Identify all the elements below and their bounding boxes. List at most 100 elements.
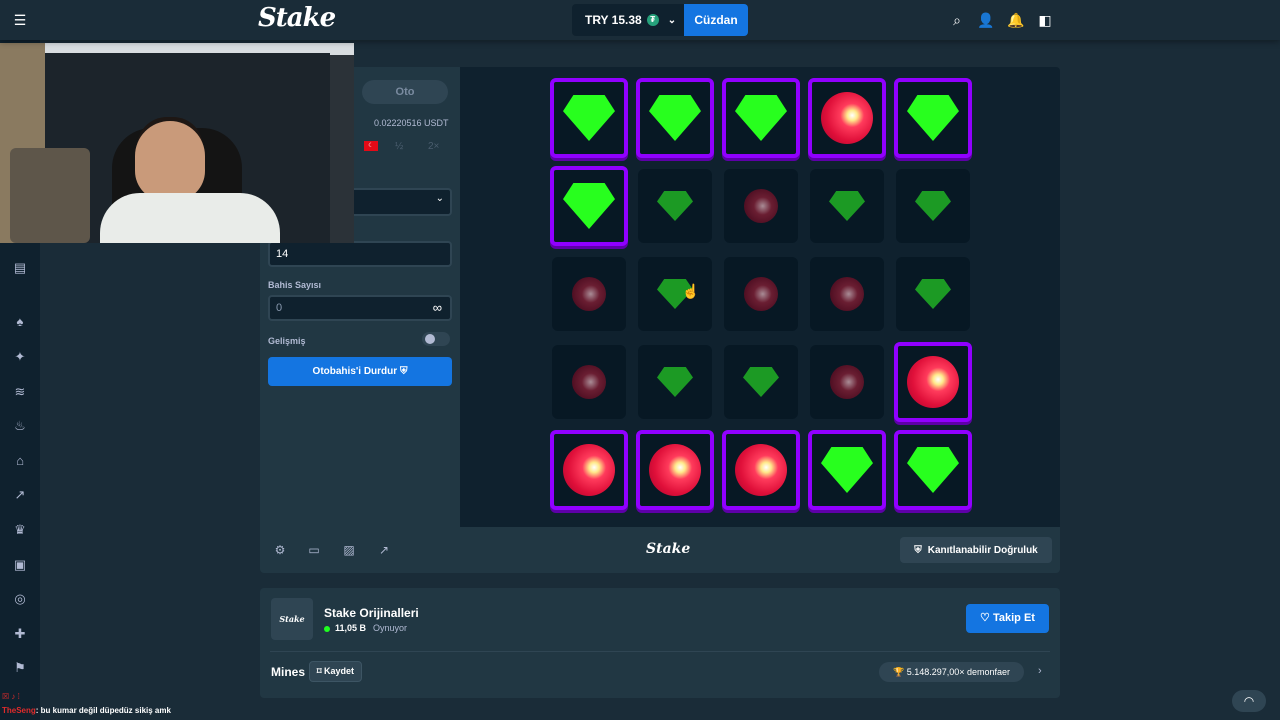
armchair — [10, 148, 90, 243]
mine-tile[interactable] — [550, 430, 628, 510]
mine-tile[interactable] — [550, 166, 628, 246]
mine-tile[interactable] — [808, 430, 886, 510]
usdt-amount: 0.02220516 USDT — [374, 118, 449, 128]
casino-icon[interactable]: ♠ — [10, 312, 30, 332]
support-headset-icon[interactable]: ◠ — [1232, 690, 1266, 712]
trend-icon[interactable]: ↗ — [377, 543, 391, 557]
gem-icon — [829, 191, 865, 221]
crown-icon[interactable]: ♛ — [10, 520, 30, 540]
follow-label: Takip Et — [992, 612, 1035, 624]
panel-icon[interactable]: ◧ — [1036, 11, 1054, 29]
mine-tile[interactable] — [896, 257, 970, 331]
mine-tile[interactable] — [638, 257, 712, 331]
stop-autobet-button[interactable]: Otobahis'i Durdur ⛨ — [268, 357, 452, 386]
mines-input[interactable]: 14 — [268, 241, 452, 267]
bet-count-value: 0 — [276, 302, 283, 314]
mine-tile[interactable] — [810, 169, 884, 243]
mine-tile[interactable] — [636, 78, 714, 158]
fire-icon[interactable]: ♨ — [10, 416, 30, 436]
bet-count-input[interactable]: 0 ∞ — [268, 295, 452, 321]
trophy-icon: 🏆 — [892, 667, 907, 677]
gem-icon — [563, 183, 615, 229]
save-button[interactable]: ⌑ Kaydet — [309, 661, 362, 682]
mine-tile[interactable] — [894, 430, 972, 510]
mine-tile[interactable] — [636, 430, 714, 510]
balance-amount: TRY 15.38 — [585, 13, 642, 27]
divider — [270, 651, 1050, 652]
bell-icon[interactable]: 🔔 — [1007, 11, 1025, 29]
advanced-label: Gelişmiş — [268, 336, 306, 346]
webcam-overlay — [0, 43, 354, 243]
mine-tile[interactable] — [808, 78, 886, 158]
gem-icon — [657, 367, 693, 397]
mine-tile[interactable] — [550, 78, 628, 158]
mine-tile[interactable] — [894, 78, 972, 158]
advanced-toggle[interactable] — [422, 332, 450, 346]
mine-tile[interactable] — [724, 257, 798, 331]
bet-count-label: Bahis Sayısı — [268, 280, 322, 290]
gem-icon — [649, 95, 701, 141]
chat-text: : bu kumar değil düpedüz sikiş amk — [35, 706, 171, 715]
half-button[interactable]: ½ — [395, 141, 403, 152]
gem-icon — [907, 447, 959, 493]
tether-icon: ₮ — [646, 14, 659, 26]
double-button[interactable]: 2× — [428, 141, 439, 152]
stake-originals-logo: Stake — [271, 598, 313, 640]
infinity-icon[interactable]: ∞ — [433, 297, 442, 319]
save-label: Kaydet — [324, 666, 355, 676]
players-count: 11,05 B — [335, 623, 367, 633]
gift-icon[interactable]: ✚ — [10, 624, 30, 644]
mine-tile[interactable] — [810, 257, 884, 331]
gem-icon — [735, 95, 787, 141]
mine-tile[interactable] — [552, 257, 626, 331]
mine-icon — [563, 444, 615, 496]
stats-icon[interactable]: ▨ — [342, 543, 356, 557]
mine-tile[interactable] — [894, 342, 972, 422]
shield-check-icon: ⛨ — [914, 544, 922, 556]
mine-tile[interactable] — [896, 169, 970, 243]
chevron-right-icon[interactable]: › — [1038, 665, 1042, 677]
chat-message: TheSeng: bu kumar değil düpedüz sikiş am… — [2, 706, 171, 715]
mine-tile[interactable] — [724, 169, 798, 243]
mine-icon — [830, 277, 864, 311]
wallet-button[interactable]: Cüzdan — [684, 4, 748, 36]
search-icon[interactable]: ⌕ — [948, 11, 966, 29]
provably-fair-button[interactable]: ⛨ Kanıtlanabilir Doğruluk — [900, 537, 1052, 563]
racing-icon[interactable]: ≋ — [10, 382, 30, 402]
tab-auto[interactable]: Oto — [362, 80, 448, 104]
hamburger-icon[interactable]: ☰ — [10, 10, 30, 30]
mine-tile[interactable] — [810, 345, 884, 419]
user-icon[interactable]: 👤 — [977, 11, 995, 29]
gem-icon — [907, 95, 959, 141]
provably-fair-label: Kanıtlanabilir Doğruluk — [927, 544, 1038, 556]
mine-tile[interactable] — [722, 78, 800, 158]
target-icon[interactable]: ◎ — [10, 589, 30, 609]
mine-icon — [907, 356, 959, 408]
sparkle-icon[interactable]: ✦ — [10, 347, 30, 367]
mouse-cursor-icon: ☝ — [682, 283, 700, 299]
record-badge[interactable]: 🏆 5.148.297,00× demonfaer — [879, 662, 1024, 682]
stop-autobet-label: Otobahis'i Durdur — [312, 366, 398, 377]
mine-icon — [649, 444, 701, 496]
balance-selector[interactable]: TRY 15.38 ₮ ⌄ — [572, 4, 684, 36]
jar-icon[interactable]: ▣ — [10, 555, 30, 575]
gem-icon — [915, 279, 951, 309]
heart-icon: ♡ — [980, 612, 993, 624]
toolbar-logo: Stake — [646, 541, 691, 557]
stake-logo[interactable]: Stake — [258, 3, 336, 33]
sweater-icon[interactable]: ⌂ — [10, 451, 30, 471]
theatre-icon[interactable]: ▭ — [307, 543, 321, 557]
mine-icon — [830, 365, 864, 399]
settings-icon[interactable]: ⚙ — [273, 543, 287, 557]
mine-tile[interactable] — [638, 345, 712, 419]
streamer-shirt — [100, 193, 280, 243]
mine-tile[interactable] — [638, 169, 712, 243]
rocket-icon[interactable]: ↗ — [10, 485, 30, 505]
originals-title[interactable]: Stake Orijinalleri — [324, 606, 419, 620]
brand-icon[interactable]: ⚑ — [10, 658, 30, 678]
follow-button[interactable]: ♡ Takip Et — [966, 604, 1049, 633]
mine-tile[interactable] — [552, 345, 626, 419]
mine-tile[interactable] — [724, 345, 798, 419]
mine-tile[interactable] — [722, 430, 800, 510]
news-icon[interactable]: ▤ — [10, 258, 30, 278]
